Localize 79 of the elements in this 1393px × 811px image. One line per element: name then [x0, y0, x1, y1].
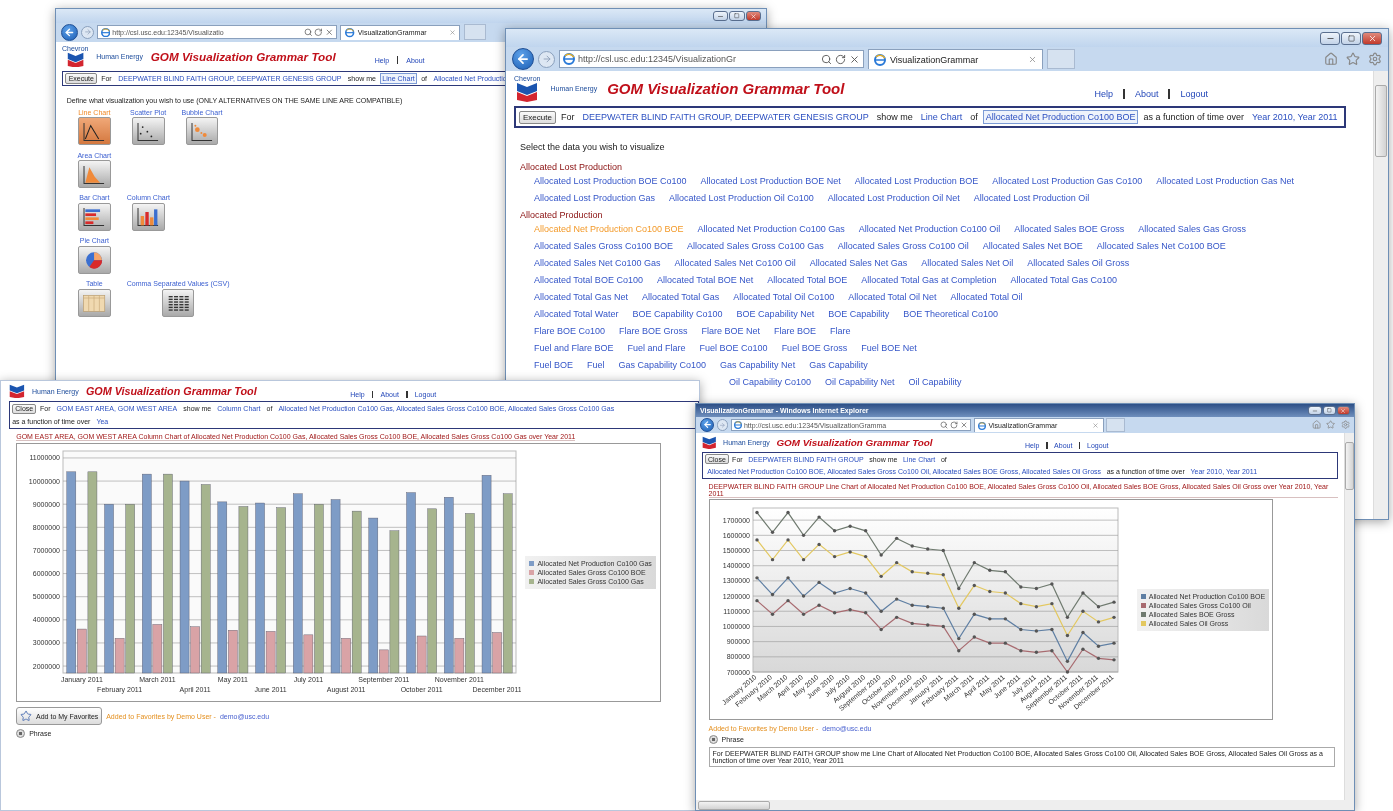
data-option-link[interactable]: BOE Capability: [828, 308, 890, 319]
data-option-link[interactable]: Allocated Total Gas Co100: [1010, 274, 1117, 285]
instruction-text: Select the data you wish to visualize: [520, 142, 666, 152]
data-option-link[interactable]: Oil Capability Co100: [729, 376, 812, 387]
group-heading: Allocated Production: [520, 210, 604, 220]
data-option-link[interactable]: Flare BOE Net: [701, 325, 761, 336]
data-option-link[interactable]: Allocated Sales Gross Co100 BOE: [534, 240, 674, 251]
data-option-link[interactable]: Allocated Sales Gross Co100 Oil: [837, 240, 969, 251]
data-option-link[interactable]: Flare: [830, 325, 851, 336]
data-option-link[interactable]: Flare BOE Gross: [619, 325, 688, 336]
data-option-link[interactable]: Fuel BOE Gross: [781, 342, 848, 353]
data-option-link[interactable]: Allocated Sales Net Co100 Oil: [674, 257, 796, 268]
data-option-link[interactable]: Gas Capability Co100: [618, 359, 707, 370]
data-option-link[interactable]: Oil Capability: [908, 376, 962, 387]
data-option-link[interactable]: Allocated Sales Net Co100 Gas: [534, 257, 661, 268]
data-option-link[interactable]: Fuel BOE Net: [861, 342, 917, 353]
data-option-link[interactable]: Allocated Lost Production Oil Co100: [669, 192, 814, 203]
data-option-link[interactable]: Allocated Lost Production BOE Net: [700, 175, 841, 186]
group-heading: Allocated Lost Production: [520, 162, 624, 172]
data-option-link[interactable]: Fuel: [587, 359, 605, 370]
data-option-link[interactable]: Allocated Total Gas: [641, 291, 720, 302]
data-option-link[interactable]: Allocated Sales Net Oil: [921, 257, 1014, 268]
header-link[interactable]: About: [1134, 88, 1159, 99]
header-link[interactable]: Help: [1094, 88, 1113, 99]
data-option-link[interactable]: Allocated Lost Production Gas Co100: [992, 175, 1143, 186]
data-option-link[interactable]: Allocated Total Oil: [950, 291, 1023, 302]
data-option-link[interactable]: Allocated Total Gas Net: [534, 291, 628, 302]
data-option-link[interactable]: Fuel BOE Co100: [699, 342, 768, 353]
data-option-link[interactable]: BOE Theoretical Co100: [903, 308, 999, 319]
data-option-link[interactable]: Allocated Lost Production Oil Net: [827, 192, 960, 203]
data-option-link[interactable]: BOE Capability Net: [736, 308, 815, 319]
data-option-link[interactable]: Allocated Net Production Co100 Gas: [697, 223, 845, 234]
data-option-link[interactable]: Gas Capability: [809, 359, 868, 370]
query-text: show me: [876, 112, 913, 122]
query-link[interactable]: Year 2010, Year 2011: [1249, 110, 1341, 124]
app-title: GOM Visualization Grammar Tool: [150, 49, 336, 63]
app-title: GOM Visualization Grammar Tool: [776, 436, 933, 448]
data-option-link[interactable]: Allocated Total Water: [534, 308, 619, 319]
data-option-link[interactable]: Allocated Total Gas at Completion: [861, 274, 997, 285]
data-option-link[interactable]: Allocated Sales BOE Gross: [1014, 223, 1125, 234]
data-option-link[interactable]: Fuel BOE: [534, 359, 573, 370]
data-option-link[interactable]: Allocated Sales Net Co100 BOE: [1096, 240, 1226, 251]
query-text: For: [560, 112, 575, 122]
header-link[interactable]: Logout: [1180, 88, 1208, 99]
data-option-link[interactable]: Allocated Total BOE Net: [656, 274, 754, 285]
data-option-link[interactable]: Oil Capability Net: [825, 376, 895, 387]
data-option-link[interactable]: BOE Capability Co100: [632, 308, 723, 319]
query-link[interactable]: Allocated Net Production Co100 BOE: [982, 110, 1139, 124]
query-link[interactable]: DEEPWATER BLIND FAITH GROUP, DEEPWATER GENESIS GROUP: [579, 110, 872, 124]
data-option-link[interactable]: Allocated Lost Production Gas Net: [1156, 175, 1294, 186]
data-option-link[interactable]: Fuel and Flare: [627, 342, 686, 353]
query-text: of: [970, 112, 978, 122]
data-option-link[interactable]: Allocated Total BOE Co100: [534, 274, 643, 285]
data-option-link[interactable]: Fuel and Flare BOE: [534, 342, 614, 353]
address-field[interactable]: http://csl.usc.edu:12345/VisualizationGr: [559, 50, 864, 68]
data-option-link[interactable]: Allocated Sales Oil Gross: [1027, 257, 1130, 268]
tab-title: VisualizationGrammar: [890, 54, 980, 65]
data-option-link[interactable]: Allocated Sales Gross Co100 Gas: [687, 240, 824, 251]
data-option-link[interactable]: Allocated Sales Net Gas: [809, 257, 908, 268]
browser-tab[interactable]: VisualizationGrammar: [868, 49, 1043, 69]
data-option-link[interactable]: Allocated Lost Production Gas: [534, 192, 656, 203]
query-button[interactable]: Execute: [519, 110, 556, 124]
url-text: http://csl.usc.edu:12345/VisualizationGr: [578, 54, 737, 64]
data-option-link[interactable]: Allocated Lost Production BOE: [854, 175, 979, 186]
query-text: as a function of time over: [1143, 112, 1244, 122]
query-link[interactable]: Line Chart: [917, 110, 966, 124]
data-option-link[interactable]: Allocated Sales Net BOE: [982, 240, 1083, 251]
data-option-link[interactable]: Allocated Total Oil Co100: [733, 291, 835, 302]
data-option-link[interactable]: Flare BOE Co100: [534, 325, 606, 336]
app-title: GOM Visualization Grammar Tool: [607, 80, 845, 97]
data-option-link[interactable]: Allocated Net Production Co100 Oil: [858, 223, 1001, 234]
data-option-link[interactable]: Flare BOE: [774, 325, 817, 336]
data-option-link[interactable]: Allocated Lost Production BOE Co100: [534, 175, 687, 186]
data-option-link[interactable]: Allocated Total BOE: [767, 274, 848, 285]
data-option-link[interactable]: Allocated Total Oil Net: [848, 291, 937, 302]
data-option-link[interactable]: Allocated Lost Production Oil: [973, 192, 1090, 203]
data-option-link[interactable]: Allocated Sales Gas Gross: [1138, 223, 1246, 234]
data-option-link[interactable]: Gas Capability Net: [720, 359, 796, 370]
app-title: GOM Visualization Grammar Tool: [85, 385, 257, 398]
